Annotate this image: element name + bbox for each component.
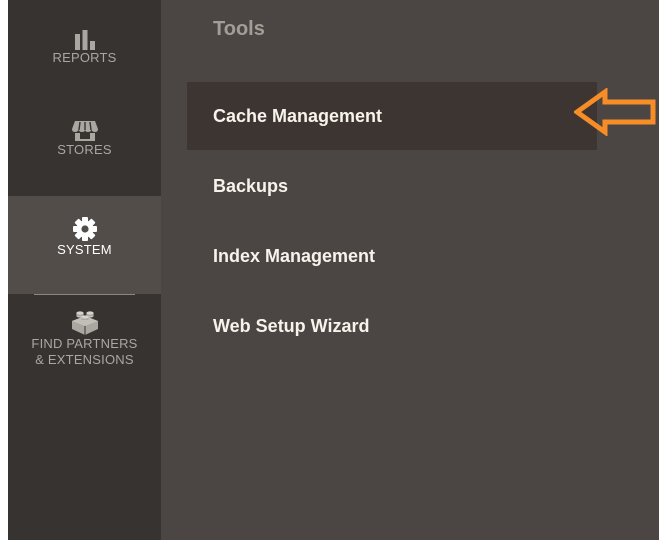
menu-item-index-management[interactable]: Index Management [187, 222, 597, 290]
admin-sidebar: REPORTS STORES SYSTEM FIND PARTNERS & EX… [8, 0, 161, 540]
sidebar-item-label-line2: & EXTENSIONS [35, 352, 134, 367]
storefront-icon [71, 120, 99, 142]
gear-icon [72, 216, 98, 242]
sidebar-divider [34, 294, 135, 295]
lego-brick-icon [70, 308, 100, 336]
menu-item-cache-management[interactable]: Cache Management [187, 82, 597, 150]
sidebar-item-label: SYSTEM [57, 242, 112, 257]
submenu-title: Tools [213, 18, 265, 40]
sidebar-item-stores[interactable]: STORES [8, 96, 161, 196]
sidebar-item-system[interactable]: SYSTEM [8, 196, 161, 294]
menu-item-backups[interactable]: Backups [187, 152, 597, 220]
sidebar-item-find-partners[interactable]: FIND PARTNERS & EXTENSIONS [8, 296, 161, 406]
arrow-left-icon [572, 87, 658, 137]
sidebar-item-label: REPORTS [52, 50, 117, 65]
menu-item-web-setup-wizard[interactable]: Web Setup Wizard [187, 292, 597, 360]
sidebar-item-reports[interactable]: REPORTS [8, 0, 161, 96]
sidebar-item-label: STORES [57, 142, 112, 157]
bar-chart-icon [72, 30, 98, 50]
admin-menu-screenshot: REPORTS STORES SYSTEM FIND PARTNERS & EX… [8, 0, 659, 540]
sidebar-item-label-line1: FIND PARTNERS [31, 336, 138, 351]
submenu-panel: Tools Cache Management Backups Index Man… [161, 0, 659, 540]
